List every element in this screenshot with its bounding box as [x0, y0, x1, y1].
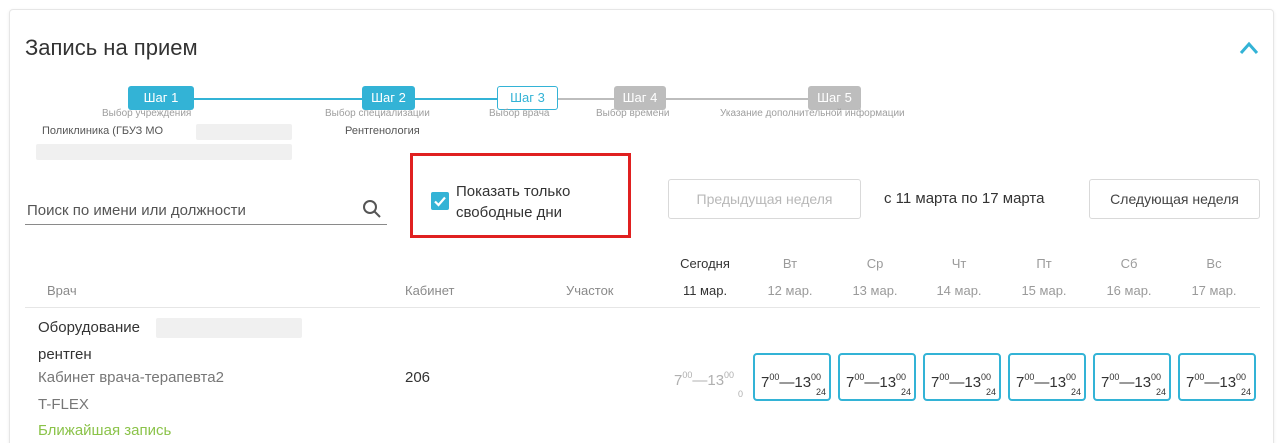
day-header-date: 12 мар. — [767, 283, 813, 298]
day-header-date: 16 мар. — [1106, 283, 1152, 298]
chevron-up-icon[interactable] — [1238, 40, 1260, 56]
previous-week-button[interactable]: Предыдущая неделя — [668, 179, 861, 219]
day-header-date: 17 мар. — [1191, 283, 1237, 298]
stepper-line-1 — [194, 98, 362, 100]
slot-count: 24 — [1240, 387, 1251, 397]
next-week-button[interactable]: Следующая неделя — [1089, 179, 1260, 219]
free-days-label-line2: свободные дни — [456, 204, 562, 221]
free-days-checkbox[interactable] — [431, 192, 449, 210]
col-area-header: Участок — [566, 283, 614, 298]
col-cabinet-header: Кабинет — [405, 283, 455, 298]
step-1[interactable]: Шаг 1 — [128, 86, 194, 110]
week-range: с 11 марта по 17 марта — [884, 190, 1045, 207]
day-header-name: Пт — [1036, 256, 1052, 271]
step-1-desc: Выбор учреждения — [102, 108, 192, 119]
stepper-line-2 — [415, 98, 497, 100]
redacted-block — [156, 318, 302, 338]
system-name: T-FLEX — [38, 396, 89, 413]
search-icon[interactable] — [361, 198, 383, 220]
doctor-name-cont: рентген — [38, 346, 92, 363]
day-header-name: Чт — [951, 256, 967, 271]
doctor-name: Оборудование — [38, 319, 141, 336]
slot-count: 24 — [1070, 387, 1081, 397]
slot-count: 24 — [815, 387, 826, 397]
slot-count: 0 — [737, 389, 743, 399]
step-5-desc: Указание дополнительной информации — [720, 108, 905, 119]
slot-count: 24 — [900, 387, 911, 397]
day-header-date: 15 мар. — [1021, 283, 1067, 298]
stepper-line-3 — [558, 98, 614, 100]
cabinet-number: 206 — [405, 369, 431, 386]
day-header-name: Сегодня — [680, 256, 730, 271]
step-3-desc: Выбор врача — [489, 108, 550, 119]
col-doctor-header: Врач — [47, 283, 77, 298]
step-4-desc: Выбор времени — [596, 108, 670, 119]
search-field[interactable] — [25, 195, 387, 225]
room-description: Кабинет врача-терапевта2 — [38, 369, 224, 386]
redacted-block — [36, 144, 292, 160]
day-header-date: 11 мар. — [682, 283, 728, 298]
step-2-desc: Выбор специализации — [325, 108, 430, 119]
schedule-slot: 700—1300 0 — [668, 353, 746, 401]
page-title: Запись на прием — [25, 35, 198, 60]
step-2[interactable]: Шаг 2 — [362, 86, 415, 110]
slot-count: 24 — [985, 387, 996, 397]
step-4: Шаг 4 — [614, 86, 666, 110]
day-header-date: 14 мар. — [936, 283, 982, 298]
step-1-value: Поликлиника (ГБУЗ МО — [42, 125, 164, 137]
day-header-name: Ср — [866, 256, 884, 271]
schedule-slot[interactable]: 700—1300 24 — [1008, 353, 1086, 401]
step-5: Шаг 5 — [808, 86, 861, 110]
day-header-name: Вс — [1206, 256, 1222, 271]
day-header-name: Вт — [782, 256, 798, 271]
step-3[interactable]: Шаг 3 — [497, 86, 558, 110]
redacted-block — [196, 124, 292, 140]
free-days-label-line1: Показать только — [456, 183, 571, 200]
free-days-label[interactable]: Показать только свободные дни — [456, 181, 570, 223]
schedule-slot[interactable]: 700—1300 24 — [1093, 353, 1171, 401]
day-header-name: Сб — [1120, 256, 1138, 271]
check-icon — [434, 196, 446, 207]
schedule-slot[interactable]: 700—1300 24 — [923, 353, 1001, 401]
slot-count: 24 — [1155, 387, 1166, 397]
header-divider — [25, 307, 1260, 308]
schedule-slot[interactable]: 700—1300 24 — [838, 353, 916, 401]
nearest-appointment-link[interactable]: Ближайшая запись — [38, 422, 171, 439]
stepper-line-4 — [666, 98, 808, 100]
day-header-date: 13 мар. — [852, 283, 898, 298]
schedule-slot[interactable]: 700—1300 24 — [753, 353, 831, 401]
schedule-slot[interactable]: 700—1300 24 — [1178, 353, 1256, 401]
search-input[interactable] — [27, 200, 347, 220]
step-2-value: Рентгенология — [345, 125, 420, 137]
